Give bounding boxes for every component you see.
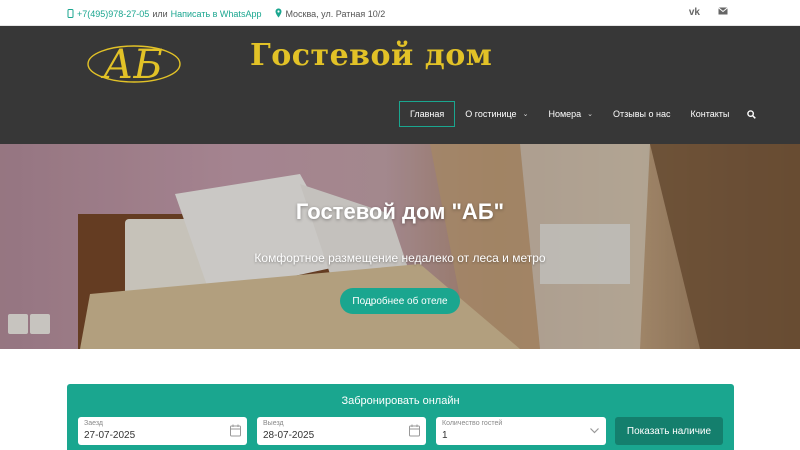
contact-info: +7(495)978-27-05 или Написать в WhatsApp… xyxy=(67,8,385,20)
calendar-icon[interactable] xyxy=(230,424,241,437)
nav-item-home[interactable]: Главная xyxy=(399,101,456,127)
hero-subtitle: Комфортное размещение недалеко от леса и… xyxy=(254,251,546,265)
nav-item-reviews[interactable]: Отзывы о нас xyxy=(603,101,680,127)
site-brand-title[interactable]: Гостевой дом xyxy=(250,38,492,73)
phone-link[interactable]: +7(495)978-27-05 xyxy=(77,9,149,19)
site-header: АБ Гостевой дом Главная О гостинице ⌄ Ном… xyxy=(0,26,800,144)
hero-banner: Гостевой дом "АБ" Комфортное размещение … xyxy=(0,144,800,349)
nav-item-about[interactable]: О гостинице ⌄ xyxy=(455,101,538,127)
hotel-details-button[interactable]: Подробнее об отеле xyxy=(340,288,460,314)
main-nav: Главная О гостинице ⌄ Номера ⌄ Отзывы о на… xyxy=(399,101,759,127)
chevron-down-icon: ⌄ xyxy=(522,111,529,118)
checkin-field[interactable]: Заезд 27-07-2025 xyxy=(78,417,247,445)
vk-icon[interactable]: vk xyxy=(689,7,700,18)
checkin-label: Заезд xyxy=(84,420,104,427)
mail-icon[interactable] xyxy=(718,7,728,18)
phone-icon xyxy=(67,8,74,20)
guests-select[interactable]: Количество гостей 1 xyxy=(436,417,606,445)
checkout-label: Выезд xyxy=(263,420,284,427)
address-text: Москва, ул. Ратная 10/2 xyxy=(285,9,386,19)
guests-value[interactable]: 1 xyxy=(442,430,448,441)
logo[interactable]: АБ xyxy=(78,34,188,94)
show-availability-button[interactable]: Показать наличие xyxy=(615,417,723,445)
search-icon[interactable] xyxy=(743,101,759,127)
guests-label: Количество гостей xyxy=(442,420,503,427)
top-info-bar: +7(495)978-27-05 или Написать в WhatsApp… xyxy=(0,0,800,26)
checkout-value[interactable]: 28-07-2025 xyxy=(263,430,314,441)
whatsapp-link[interactable]: Написать в WhatsApp xyxy=(171,9,262,19)
booking-title: Забронировать онлайн xyxy=(341,395,460,407)
chevron-down-icon[interactable] xyxy=(589,424,600,437)
booking-form: Забронировать онлайн Заезд 27-07-2025 Вы… xyxy=(67,384,734,450)
calendar-icon[interactable] xyxy=(409,424,420,437)
chevron-down-icon: ⌄ xyxy=(587,111,594,118)
nav-item-rooms[interactable]: Номера ⌄ xyxy=(538,101,603,127)
or-text: или xyxy=(152,9,168,19)
nav-item-contacts[interactable]: Контакты xyxy=(681,101,740,127)
checkout-field[interactable]: Выезд 28-07-2025 xyxy=(257,417,426,445)
hero-title: Гостевой дом "АБ" xyxy=(295,199,505,224)
checkin-value[interactable]: 27-07-2025 xyxy=(84,430,135,441)
map-pin-icon xyxy=(275,8,282,20)
